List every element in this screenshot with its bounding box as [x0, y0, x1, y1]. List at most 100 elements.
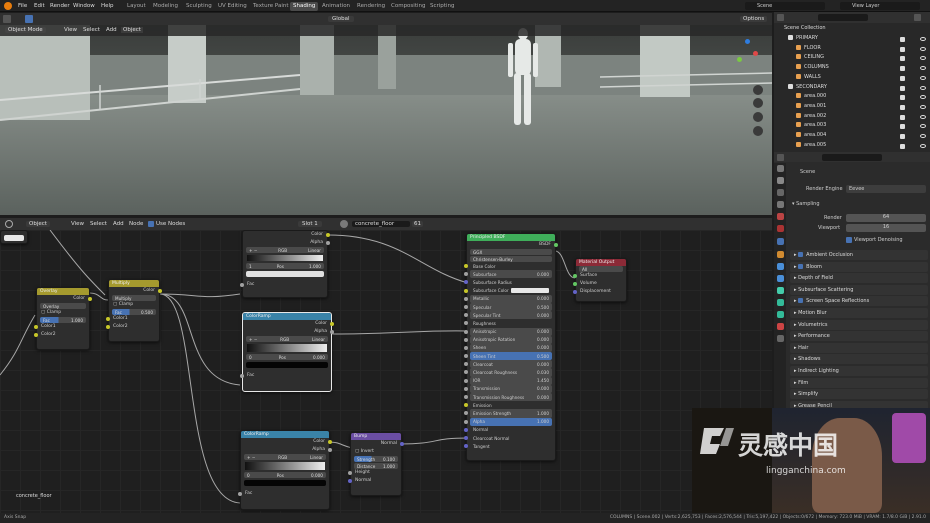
socket[interactable] — [464, 288, 468, 293]
bsdf-input-row[interactable]: Transmission 0.000 — [464, 384, 552, 393]
property-panel[interactable]: ▸ Hair — [790, 342, 928, 353]
invert-checkbox[interactable]: ▢ Invert — [351, 448, 401, 456]
bsdf-input-row[interactable]: Subsurface 0.000 — [464, 270, 552, 279]
outliner-item[interactable]: area.002 — [774, 112, 930, 123]
editor-type-icon[interactable] — [3, 15, 11, 23]
properties-search-input[interactable] — [822, 154, 882, 161]
object-type-select[interactable]: Object — [26, 221, 50, 227]
outliner-item[interactable]: area.005 — [774, 141, 930, 152]
tool-tab-icon[interactable] — [777, 165, 784, 172]
ramp-controls[interactable]: + − RGB Linear — [246, 336, 328, 342]
select-tool-icon[interactable] — [25, 15, 33, 23]
outliner-item[interactable]: area.001 — [774, 102, 930, 113]
outliner[interactable]: Scene Collection PRIMARY FLOOR CEILING COLU… — [774, 12, 930, 152]
pan-hand-icon[interactable] — [753, 98, 763, 108]
property-panel[interactable]: ▸ Subsurface Scattering — [790, 284, 928, 295]
property-panel[interactable]: ▸ Bloom — [790, 261, 928, 272]
exclude-checkbox[interactable] — [900, 124, 905, 130]
exclude-checkbox[interactable] — [900, 95, 905, 101]
visibility-eye-icon[interactable] — [920, 95, 926, 100]
exclude-checkbox[interactable] — [900, 114, 905, 120]
socket[interactable] — [464, 419, 468, 424]
modifier-tab-icon[interactable] — [777, 263, 784, 270]
slot-select[interactable]: Slot 1 — [298, 221, 322, 227]
socket[interactable] — [464, 296, 468, 301]
node-colorramp-2[interactable]: ColorRamp Color Alpha + − RGB Linear 0 Pos 0… — [240, 312, 334, 392]
socket[interactable] — [464, 427, 468, 432]
render-tab-icon[interactable] — [777, 177, 784, 184]
filter-icon[interactable] — [914, 14, 921, 21]
property-panel[interactable]: ▸ Motion Blur — [790, 308, 928, 318]
socket[interactable] — [464, 435, 468, 440]
constraints-tab-icon[interactable] — [777, 299, 784, 306]
color-ramp-gradient[interactable] — [247, 344, 327, 352]
outliner-item[interactable]: WALLS — [774, 73, 930, 84]
camera-icon[interactable] — [753, 112, 763, 122]
socket[interactable] — [464, 411, 468, 416]
tab-layout[interactable]: Layout — [124, 2, 149, 11]
visibility-eye-icon[interactable] — [920, 124, 926, 129]
socket[interactable] — [464, 345, 468, 350]
socket[interactable] — [464, 444, 468, 449]
property-panel[interactable]: ▸ Shadows — [790, 354, 928, 365]
socket[interactable] — [464, 321, 468, 326]
render-samples-field[interactable]: 64 — [846, 214, 926, 222]
outliner-item[interactable]: PRIMARY — [774, 35, 930, 45]
use-nodes-checkbox[interactable] — [148, 221, 154, 227]
world-tab-icon[interactable] — [777, 225, 784, 232]
sampling-panel[interactable]: ▾ Sampling — [792, 201, 820, 207]
visibility-eye-icon[interactable] — [920, 37, 926, 41]
tab-shading[interactable]: Shading — [290, 2, 319, 11]
exclude-checkbox[interactable] — [900, 56, 905, 62]
tab-compositing[interactable]: Compositing — [388, 2, 428, 11]
socket[interactable] — [464, 395, 468, 399]
menu-edit[interactable]: Edit — [34, 3, 45, 9]
bsdf-input-row[interactable]: Emission Strength 1.000 — [464, 409, 552, 418]
shader-editor-icon[interactable] — [5, 220, 13, 228]
bsdf-input-row[interactable]: Transmission Roughness 0.000 — [464, 393, 552, 402]
physics-tab-icon[interactable] — [777, 287, 784, 294]
ramp-position-field[interactable]: 1 Pos 1.000 — [246, 263, 324, 269]
property-panel[interactable]: ▸ Ambient Occlusion — [790, 250, 928, 260]
vp-menu-add[interactable]: Add — [106, 27, 117, 33]
subsurface-color-swatch[interactable] — [511, 288, 549, 294]
node-menu-view[interactable]: View — [71, 221, 84, 227]
ramp-color-swatch[interactable] — [246, 271, 324, 277]
visibility-eye-icon[interactable] — [920, 85, 926, 90]
outliner-item[interactable]: area.000 — [774, 93, 930, 103]
socket[interactable] — [464, 403, 468, 408]
vp-menu-select[interactable]: Select — [83, 27, 100, 33]
node-multiply[interactable]: Multiply Color Multiply ▢ Clamp Fac 0.500… — [106, 279, 162, 342]
outliner-scene-collection[interactable]: Scene Collection — [774, 25, 930, 35]
menu-window[interactable]: Window — [73, 3, 95, 9]
outliner-item[interactable]: FLOOR — [774, 44, 930, 55]
render-engine-select[interactable]: Eevee — [846, 185, 926, 193]
exclude-checkbox[interactable] — [900, 37, 905, 42]
visibility-eye-icon[interactable] — [920, 143, 926, 148]
socket[interactable] — [464, 337, 468, 342]
visibility-eye-icon[interactable] — [920, 46, 926, 51]
orientation-select[interactable]: Global — [328, 16, 354, 22]
color-ramp-gradient[interactable] — [245, 462, 325, 470]
property-panel[interactable]: ▸ Volumetrics — [790, 319, 928, 330]
3d-viewport[interactable] — [0, 25, 772, 215]
node-partial-left[interactable] — [0, 230, 28, 244]
material-sphere-icon[interactable] — [340, 220, 348, 228]
panel-enable-checkbox[interactable] — [798, 252, 804, 257]
node-menu-node[interactable]: Node — [129, 221, 143, 227]
outliner-item[interactable]: area.003 — [774, 122, 930, 132]
outliner-item[interactable]: area.004 — [774, 132, 930, 142]
visibility-eye-icon[interactable] — [920, 134, 926, 138]
data-tab-icon[interactable] — [777, 311, 784, 318]
socket[interactable] — [464, 329, 468, 334]
tab-rendering[interactable]: Rendering — [354, 2, 388, 11]
ramp-controls[interactable]: + − RGB Linear — [246, 247, 324, 253]
visibility-eye-icon[interactable] — [920, 114, 926, 119]
tab-sculpting[interactable]: Sculpting — [183, 2, 215, 11]
bsdf-input-row[interactable]: Anisotropic 0.000 — [464, 327, 552, 336]
options-button[interactable]: Options — [740, 16, 768, 22]
outliner-item[interactable]: COLUMNS — [774, 64, 930, 74]
mode-select[interactable]: Object Mode — [5, 27, 46, 33]
menu-file[interactable]: File — [18, 3, 27, 9]
socket[interactable] — [464, 362, 468, 367]
